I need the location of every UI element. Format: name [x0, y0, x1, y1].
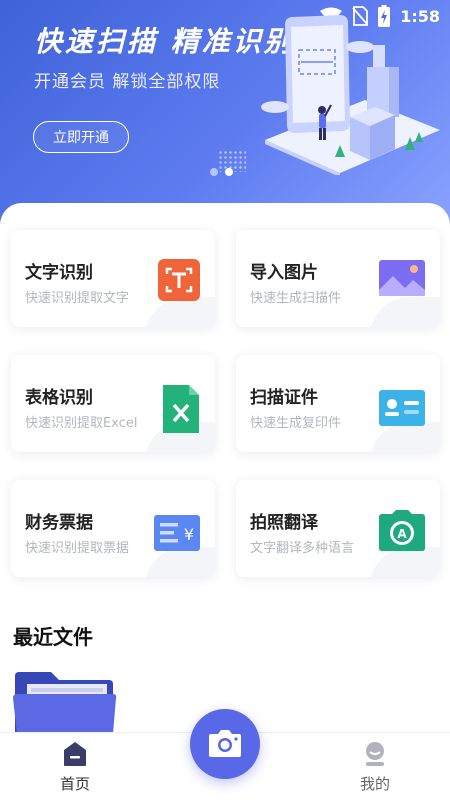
camera-translate-icon: A — [379, 510, 425, 551]
scanner-illustration — [261, 15, 440, 175]
home-icon — [64, 742, 86, 766]
feature-card-import-image[interactable]: 导入图片 快速生成扫描件 — [236, 230, 440, 327]
card-title: 导入图片 — [250, 263, 318, 283]
excel-file-icon — [163, 385, 199, 433]
card-title: 扫描证件 — [250, 388, 318, 408]
card-desc: 快速识别提取Excel — [25, 416, 138, 431]
nav-mine-tab[interactable]: 我的 — [335, 741, 415, 794]
open-membership-button[interactable]: 立即开通 — [33, 121, 129, 153]
card-title: 文字识别 — [25, 263, 93, 283]
main-content: 文字识别 快速识别提取文字 导入图片 快速生成扫描件 表格识别 快速识别提取Ex… — [0, 203, 450, 734]
card-desc: 文字翻译多种语言 — [250, 541, 355, 556]
card-desc: 快速生成复印件 — [250, 416, 342, 431]
feature-card-scan-id[interactable]: 扫描证件 快速生成复印件 — [236, 355, 440, 452]
user-icon — [366, 742, 384, 766]
feature-card-photo-translate[interactable]: 拍照翻译 文字翻译多种语言 A — [236, 480, 440, 577]
feature-card-finance-receipt[interactable]: 财务票据 快速识别提取票据 ¥ — [11, 480, 215, 577]
carousel-dot[interactable] — [210, 168, 218, 176]
banner-subtitle: 开通会员 解锁全部权限 — [34, 72, 221, 92]
card-title: 表格识别 — [25, 388, 93, 408]
card-title: 财务票据 — [25, 513, 93, 533]
image-import-icon — [379, 260, 425, 296]
receipt-icon: ¥ — [154, 515, 200, 551]
svg-text:¥: ¥ — [184, 525, 194, 544]
carousel-dot-active[interactable] — [225, 168, 233, 176]
card-desc: 快速识别提取票据 — [25, 541, 130, 556]
camera-icon — [209, 730, 241, 757]
folder-icon[interactable] — [13, 670, 117, 734]
feature-card-text-recognition[interactable]: 文字识别 快速识别提取文字 — [11, 230, 215, 327]
carousel-indicator[interactable] — [210, 168, 233, 176]
camera-scan-button[interactable] — [190, 709, 260, 779]
nav-home-label: 首页 — [59, 775, 90, 793]
card-title: 拍照翻译 — [250, 513, 318, 533]
svg-text:A: A — [397, 527, 407, 541]
card-desc: 快速识别提取文字 — [25, 291, 130, 306]
header-banner[interactable]: 1:58 快速扫描 精准识别 开通会员 解锁全部权限 立即开通 — [0, 0, 450, 230]
feature-card-table-recognition[interactable]: 表格识别 快速识别提取Excel — [11, 355, 215, 452]
nav-home-tab[interactable]: 首页 — [35, 741, 115, 794]
text-recognition-icon — [158, 259, 200, 301]
id-card-icon — [379, 390, 425, 426]
recent-files-title: 最近文件 — [13, 625, 93, 649]
nav-mine-label: 我的 — [359, 775, 390, 793]
card-desc: 快速生成扫描件 — [250, 291, 342, 306]
